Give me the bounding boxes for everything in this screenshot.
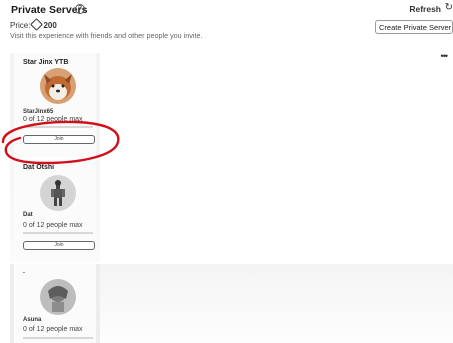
owner-name: Dat — [23, 212, 33, 218]
refresh-button[interactable]: Refresh — [409, 4, 441, 14]
join-button[interactable]: Join — [23, 135, 95, 144]
price-value: 200 — [43, 21, 57, 30]
server-card: Dat Otshi Dat 0 of 12 people max Join — [14, 160, 96, 262]
refresh-icon[interactable]: ↻ — [445, 2, 453, 13]
capacity-text: 0 of 12 people max — [23, 116, 83, 123]
avatar — [40, 68, 76, 104]
capacity-bar — [23, 232, 93, 234]
capacity-text: 0 of 12 people max — [23, 222, 83, 229]
server-row: ••• Star Jinx YTB StarJinx65 0 of 12 peo… — [10, 51, 453, 157]
server-card: Star Jinx YTB StarJinx65 0 of 12 people … — [14, 53, 96, 157]
help-icon[interactable]: ? — [75, 4, 85, 14]
avatar — [40, 175, 76, 211]
server-row: . Asuna 0 of 12 people max — [10, 264, 453, 343]
server-name: Dat Otshi — [23, 164, 55, 171]
capacity-text: 0 of 12 people max — [23, 326, 83, 333]
price-row: Price: 200 — [10, 18, 57, 31]
server-name: Star Jinx YTB — [23, 59, 69, 66]
robux-icon — [30, 18, 44, 31]
row-background — [100, 160, 453, 262]
capacity-bar — [23, 126, 93, 128]
capacity-bar — [23, 337, 93, 339]
row-background — [100, 53, 453, 157]
join-button[interactable]: Join — [23, 241, 95, 250]
header: Private Servers ? Refresh ↻ Price: 200 Vi… — [0, 0, 453, 50]
price-label: Price: — [10, 21, 31, 30]
refresh-label: Refresh — [409, 4, 441, 14]
more-options-icon[interactable]: ••• — [441, 51, 449, 61]
owner-name: StarJinx65 — [23, 109, 54, 115]
owner-name: Asuna — [23, 317, 42, 323]
create-private-server-button[interactable]: Create Private Server — [375, 20, 453, 34]
subtitle: Visit this experience with friends and o… — [10, 31, 203, 40]
server-card: . Asuna 0 of 12 people max — [14, 264, 96, 343]
avatar — [40, 279, 76, 315]
server-name: . — [23, 268, 25, 275]
row-background — [100, 264, 453, 343]
server-row: Dat Otshi Dat 0 of 12 people max Join — [10, 160, 453, 262]
